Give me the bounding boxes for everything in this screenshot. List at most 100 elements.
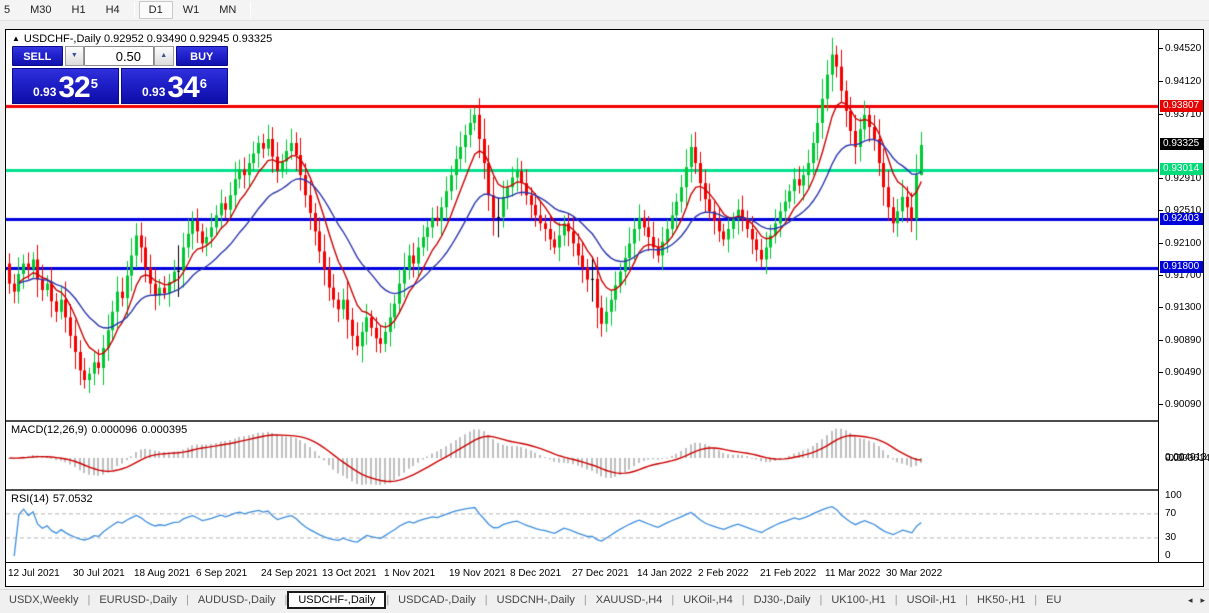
tab-scroll-right-button[interactable]: ▸ <box>1200 593 1205 607</box>
date-axis[interactable]: 12 Jul 2021 30 Jul 2021 18 Aug 2021 6 Sep 2… <box>6 562 1203 586</box>
date-axis-label: 1 Nov 2021 <box>384 568 436 579</box>
chart-tab-uk100-h1[interactable]: UK100-,H1 <box>822 592 894 608</box>
timeframe-toolbar: 5 M30 H1 H4 D1 W1 MN <box>0 0 1209 21</box>
timeframe-button-d1[interactable]: D1 <box>138 1 173 19</box>
macd-axis-label: -0.003614 <box>1165 453 1209 464</box>
price-axis[interactable]: 0.94520 0.94120 0.93710 0.92910 0.92510 0.921… <box>1158 30 1209 562</box>
buy-button[interactable]: BUY <box>175 46 229 66</box>
date-axis-label: 30 Jul 2021 <box>73 568 125 579</box>
price-axis-label: 0.94520 <box>1165 43 1202 54</box>
rsi-value: 57.0532 <box>52 493 93 505</box>
date-axis-label: 18 Aug 2021 <box>134 568 191 579</box>
price-axis-tick <box>1159 340 1163 341</box>
date-axis-label: 27 Dec 2021 <box>572 568 629 579</box>
price-axis-tick <box>1159 404 1163 405</box>
price-axis-label: 0.90090 <box>1165 399 1202 410</box>
rsi-label: RSI(14) 57.0532 <box>11 493 97 505</box>
price-axis-tick <box>1159 114 1163 115</box>
price-axis-tick <box>1159 81 1163 82</box>
date-axis-label: 13 Oct 2021 <box>322 568 377 579</box>
price-tag: 0.93014 <box>1160 163 1203 175</box>
price-axis-label: 0.90890 <box>1165 335 1202 346</box>
chart-tab-usdcad-daily[interactable]: USDCAD-,Daily <box>389 592 485 608</box>
chart-tab-eurusd-daily[interactable]: EURUSD-,Daily <box>90 592 186 608</box>
price-axis-label: 0.90490 <box>1165 367 1202 378</box>
chart-tab-hk50-h1[interactable]: HK50-,H1 <box>968 592 1034 608</box>
bid-price-pipette: 5 <box>90 76 98 91</box>
macd-value: 0.000096 <box>91 424 138 436</box>
rsi-name: RSI(14) <box>11 493 49 505</box>
date-axis-label: 14 Jan 2022 <box>637 568 693 579</box>
chevron-down-icon: ▼ <box>70 52 78 59</box>
chart-symbol-period: USDCHF-,Daily <box>23 33 101 45</box>
date-axis-label: 30 Mar 2022 <box>886 568 943 579</box>
bid-price-big: 32 <box>58 71 90 104</box>
timeframe-button-h4[interactable]: H4 <box>96 1 130 19</box>
date-axis-label: 12 Jul 2021 <box>8 568 60 579</box>
ask-price-big: 34 <box>167 71 199 104</box>
price-tag: 0.93807 <box>1160 100 1203 112</box>
date-axis-label: 24 Sep 2021 <box>261 568 318 579</box>
price-tag: 0.92403 <box>1160 213 1203 225</box>
plot-column: ▲ USDCHF-,Daily 0.92952 0.93490 0.92945 0… <box>6 30 1158 562</box>
price-axis-label: 0.94120 <box>1165 76 1202 87</box>
timeframe-button-mn[interactable]: MN <box>209 1 246 19</box>
rsi-indicator-panel: RSI(14) 57.0532 <box>6 491 1158 562</box>
toolbar-separator <box>133 2 135 18</box>
price-axis-tick <box>1159 372 1163 373</box>
price-axis-tick <box>1159 210 1163 211</box>
collapse-arrow-icon[interactable]: ▲ <box>12 34 20 43</box>
chart-tab-usdcnh-daily[interactable]: USDCNH-,Daily <box>488 592 584 608</box>
chart-tab-xauusd-h4[interactable]: XAUUSD-,H4 <box>587 592 672 608</box>
one-click-trading-panel: SELL ▼ ▲ BUY 0.93 32 5 <box>12 46 229 104</box>
date-axis-label: 2 Feb 2022 <box>698 568 749 579</box>
rsi-axis-label: 0 <box>1165 550 1171 561</box>
bid-price-prefix: 0.93 <box>33 85 57 99</box>
ask-price-prefix: 0.93 <box>142 85 166 99</box>
chart-tab-audusd-daily[interactable]: AUDUSD-,Daily <box>189 592 285 608</box>
sell-button[interactable]: SELL <box>12 46 63 66</box>
price-axis-tick <box>1159 178 1163 179</box>
ask-price-button[interactable]: 0.93 34 6 <box>121 68 228 104</box>
chart-tab-ukoil-h4[interactable]: UKOil-,H4 <box>674 592 742 608</box>
main-chart-panel: ▲ USDCHF-,Daily 0.92952 0.93490 0.92945 0… <box>6 30 1158 420</box>
macd-name: MACD(12,26,9) <box>11 424 88 436</box>
lot-decrease-button[interactable]: ▼ <box>64 46 85 66</box>
chart-tab-usdx-weekly[interactable]: USDX,Weekly <box>0 592 87 608</box>
rsi-axis-label: 70 <box>1165 508 1177 519</box>
chart-tab-eu[interactable]: EU <box>1037 592 1070 608</box>
date-axis-label: 21 Feb 2022 <box>760 568 817 579</box>
ask-price-pipette: 6 <box>199 76 207 91</box>
rsi-axis-label: 30 <box>1165 532 1177 543</box>
rsi-axis-label: 100 <box>1165 490 1182 501</box>
date-axis-label: 6 Sep 2021 <box>196 568 248 579</box>
chart-tab-dj30-daily[interactable]: DJ30-,Daily <box>745 592 820 608</box>
lot-increase-button[interactable]: ▲ <box>154 46 174 66</box>
timeframe-button-m30[interactable]: M30 <box>20 1 61 19</box>
chart-ohlc-values: 0.92952 0.93490 0.92945 0.93325 <box>103 33 273 45</box>
lot-size-input[interactable] <box>84 46 155 66</box>
price-tag: 0.93325 <box>1160 138 1203 150</box>
price-tag: 0.91800 <box>1160 261 1203 273</box>
price-axis-tick <box>1159 243 1163 244</box>
timeframe-button-w1[interactable]: W1 <box>173 1 210 19</box>
chart-tab-usdchf-daily[interactable]: USDCHF-,Daily <box>287 591 387 609</box>
date-axis-label: 19 Nov 2021 <box>449 568 506 579</box>
chart-window: ▲ USDCHF-,Daily 0.92952 0.93490 0.92945 0… <box>5 29 1209 587</box>
macd-signal-value: 0.000395 <box>141 424 188 436</box>
macd-label: MACD(12,26,9) 0.000096 0.000395 <box>11 424 191 436</box>
price-axis-label: 0.91300 <box>1165 302 1202 313</box>
tab-scroll-left-button[interactable]: ◂ <box>1188 593 1193 607</box>
bid-price-button[interactable]: 0.93 32 5 <box>12 68 119 104</box>
chart-title: ▲ USDCHF-,Daily 0.92952 0.93490 0.92945 0… <box>12 33 272 45</box>
price-axis-tick <box>1159 307 1163 308</box>
date-axis-label: 8 Dec 2021 <box>510 568 562 579</box>
rsi-chart-canvas[interactable] <box>6 491 1158 562</box>
date-axis-label: 11 Mar 2022 <box>825 568 881 579</box>
chart-tab-usoil-h1[interactable]: USOil-,H1 <box>898 592 966 608</box>
toolbar-separator <box>250 2 252 18</box>
price-axis-tick <box>1159 275 1163 276</box>
timeframe-button-5[interactable]: 5 <box>0 1 20 19</box>
timeframe-button-h1[interactable]: H1 <box>62 1 96 19</box>
price-axis-label: 0.92100 <box>1165 238 1202 249</box>
